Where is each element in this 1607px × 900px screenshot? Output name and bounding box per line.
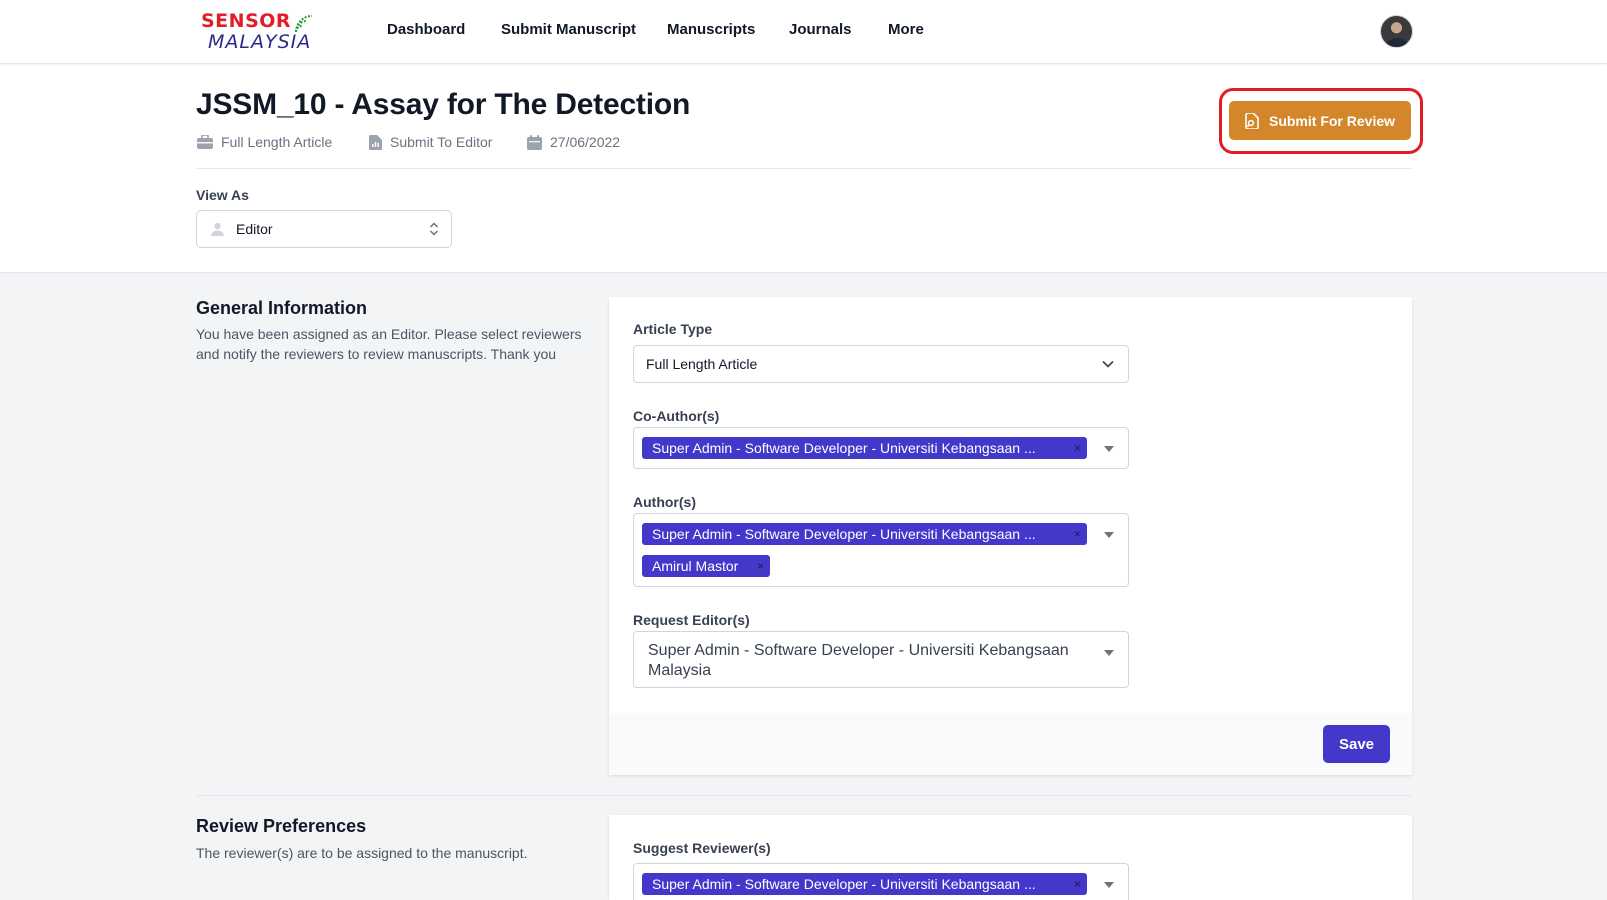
briefcase-icon	[197, 135, 213, 149]
general-info-description: You have been assigned as an Editor. Ple…	[196, 326, 582, 362]
dropdown-caret-icon[interactable]	[1104, 650, 1114, 656]
coauthor-tag: Super Admin - Software Developer - Unive…	[642, 437, 1087, 459]
chevron-up-down-icon	[429, 222, 439, 236]
view-as-label: View As	[196, 187, 249, 203]
remove-tag-icon[interactable]: ×	[1074, 527, 1081, 541]
user-avatar[interactable]	[1380, 15, 1413, 48]
dropdown-caret-icon[interactable]	[1104, 446, 1114, 452]
view-as-select[interactable]: Editor	[196, 210, 452, 248]
remove-tag-icon[interactable]: ×	[1074, 877, 1081, 891]
remove-tag-icon[interactable]: ×	[1074, 441, 1081, 455]
meta-article-type: Full Length Article	[197, 134, 332, 150]
submit-for-review-button[interactable]: Submit For Review	[1229, 101, 1411, 140]
document-search-icon	[1245, 112, 1259, 129]
author-tag: Super Admin - Software Developer - Unive…	[642, 523, 1087, 545]
suggest-reviewers-select[interactable]: Super Admin - Software Developer - Unive…	[633, 863, 1129, 900]
sensor-malaysia-logo[interactable]: SENSOR MALAYSIA	[200, 10, 322, 53]
coauthors-select[interactable]: Super Admin - Software Developer - Unive…	[633, 427, 1129, 469]
general-info-title: General Information	[196, 298, 368, 318]
document-chart-icon	[369, 134, 382, 150]
signal-wave-icon	[295, 15, 313, 33]
author-tag-label: Super Admin - Software Developer - Unive…	[652, 526, 1036, 542]
meta-date: 27/06/2022	[527, 134, 620, 150]
article-type-label: Article Type	[633, 321, 713, 337]
nav-dashboard[interactable]: Dashboard	[387, 21, 465, 38]
reviewer-tag: Super Admin - Software Developer - Unive…	[642, 873, 1087, 895]
nav-submit-manuscript[interactable]: Submit Manuscript	[501, 21, 636, 38]
submit-for-review-label: Submit For Review	[1268, 112, 1396, 129]
header-divider	[196, 168, 1412, 169]
nav-journals[interactable]: Journals	[789, 21, 852, 38]
suggest-reviewers-label: Suggest Reviewer(s)	[633, 840, 771, 856]
meta-article-type-text: Full Length Article	[221, 134, 333, 150]
card-footer	[609, 713, 1412, 775]
author-tag-label: Amirul Mastor	[652, 558, 739, 574]
nav-more[interactable]: More	[888, 21, 924, 38]
authors-select[interactable]: Super Admin - Software Developer - Unive…	[633, 513, 1129, 587]
meta-date-text: 27/06/2022	[550, 134, 621, 150]
page-title: JSSM_10 - Assay for The Detection	[196, 88, 691, 121]
remove-tag-icon[interactable]: ×	[757, 559, 764, 573]
nav-manuscripts[interactable]: Manuscripts	[667, 21, 755, 38]
reviewer-tag-label: Super Admin - Software Developer - Unive…	[652, 876, 1036, 892]
dropdown-caret-icon[interactable]	[1104, 532, 1114, 538]
request-editor-label: Request Editor(s)	[633, 612, 750, 628]
author-tag: Amirul Mastor ×	[642, 555, 770, 577]
calendar-icon	[527, 134, 542, 150]
coauthors-label: Co-Author(s)	[633, 408, 720, 424]
article-type-select[interactable]: Full Length Article	[633, 345, 1129, 383]
article-type-value: Full Length Article	[646, 356, 758, 372]
logo-top-text: SENSOR	[201, 10, 292, 32]
meta-status-text: Submit To Editor	[390, 134, 493, 150]
meta-status: Submit To Editor	[369, 134, 492, 150]
authors-label: Author(s)	[633, 494, 696, 510]
review-preferences-title: Review Preferences	[196, 816, 367, 836]
section-divider	[196, 795, 1412, 796]
coauthor-tag-label: Super Admin - Software Developer - Unive…	[652, 440, 1036, 456]
chevron-down-icon	[1102, 360, 1114, 368]
request-editor-select[interactable]: Super Admin - Software Developer - Unive…	[633, 631, 1129, 688]
save-button[interactable]: Save	[1323, 725, 1390, 763]
top-navbar: SENSOR MALAYSIA Dashboard Submit Manuscr…	[0, 0, 1607, 64]
user-icon	[211, 222, 224, 236]
dropdown-caret-icon[interactable]	[1104, 882, 1114, 888]
view-as-value: Editor	[236, 221, 273, 237]
review-preferences-description: The reviewer(s) are to be assigned to th…	[196, 845, 528, 861]
request-editor-value: Super Admin - Software Developer - Unive…	[648, 642, 1069, 679]
